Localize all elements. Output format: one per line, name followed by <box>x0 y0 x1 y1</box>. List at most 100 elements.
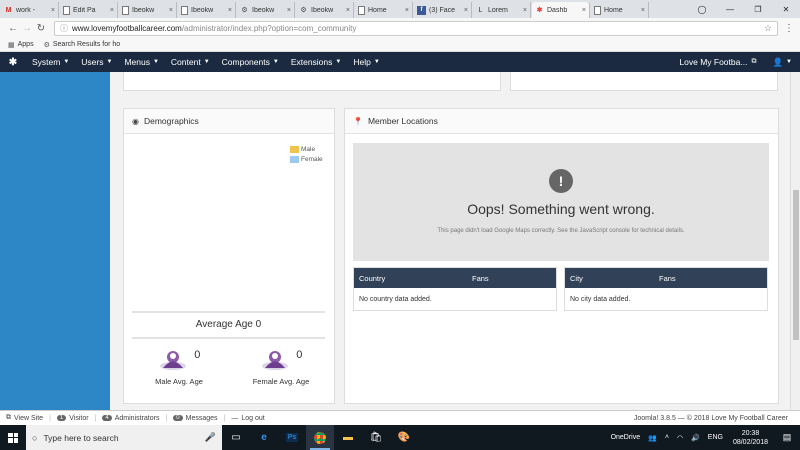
network-icon[interactable]: ◠ <box>677 434 683 442</box>
scrollbar-thumb[interactable] <box>793 190 799 340</box>
browser-tab[interactable]: Ibeokw × <box>119 2 177 18</box>
logout-link[interactable]: — Log out <box>231 415 264 422</box>
female-average-label: Female Avg. Age <box>252 377 310 386</box>
browser-tab[interactable]: Edit Pa × <box>60 2 118 18</box>
chrome-icon[interactable] <box>306 425 334 450</box>
bookmark-search-results[interactable]: ⚙ Search Results for ho <box>44 41 121 49</box>
volume-icon[interactable]: 🔊 <box>691 434 700 442</box>
paint-icon[interactable]: 🎨 <box>390 425 418 450</box>
close-tab-icon[interactable]: × <box>287 7 291 14</box>
maximize-button[interactable]: ❐ <box>744 5 772 14</box>
nav-components[interactable]: Components ▼ <box>216 57 285 67</box>
close-tab-icon[interactable]: × <box>110 7 114 14</box>
close-tab-icon[interactable]: × <box>51 7 55 14</box>
view-site-link[interactable]: ⧉ View Site <box>6 414 43 422</box>
close-tab-icon[interactable]: × <box>228 7 232 14</box>
column-header-fans: Fans <box>659 273 676 283</box>
browser-tab[interactable]: Home × <box>591 2 649 18</box>
external-link-icon: ⧉ <box>751 58 757 65</box>
map-error: ! Oops! Something went wrong. This page … <box>353 143 769 261</box>
nav-menus[interactable]: Menus ▼ <box>118 57 164 67</box>
female-user-icon <box>261 351 288 370</box>
close-window-button[interactable]: ✕ <box>772 5 800 14</box>
windows-logo-icon <box>8 432 18 443</box>
clock[interactable]: 20:38 08/02/2018 <box>733 429 768 447</box>
close-tab-icon[interactable]: × <box>582 7 586 14</box>
task-view-icon[interactable]: ▭ <box>222 425 250 450</box>
url-input[interactable]: ⓘ www.lovemyfootballcareer.com /administ… <box>54 20 778 36</box>
back-button[interactable]: ← <box>6 23 20 34</box>
info-icon[interactable]: ⓘ <box>60 23 68 34</box>
globe-icon: ◉ <box>132 116 139 126</box>
site-name-link[interactable]: Love My Footba... ⧉ <box>671 57 764 67</box>
browser-tab[interactable]: L Lorem × <box>473 2 531 18</box>
chevron-up-icon[interactable]: ˄ <box>665 434 669 441</box>
forward-button[interactable]: → <box>20 23 34 34</box>
address-bar-row: ← → ↻ ⓘ www.lovemyfootballcareer.com /ad… <box>0 18 800 38</box>
table-header: Country Fans <box>354 268 556 288</box>
table-empty-row: No city data added. <box>570 295 631 303</box>
browser-tab[interactable]: f (3) Face × <box>414 2 472 18</box>
user-menu[interactable]: 👤 ▼ <box>764 57 800 68</box>
separator: | <box>165 414 168 422</box>
joomla-logo-icon[interactable]: ✱ <box>0 57 26 68</box>
reload-button[interactable]: ↻ <box>34 23 48 34</box>
microphone-icon[interactable]: 🎤 <box>205 432 216 443</box>
start-button[interactable] <box>0 425 26 450</box>
administrators-link[interactable]: 4 Administrators <box>102 415 159 422</box>
document-icon <box>122 5 129 15</box>
browser-menu-icon[interactable]: ⋮ <box>784 23 794 34</box>
nav-content[interactable]: Content ▼ <box>165 57 216 67</box>
edge-icon[interactable]: e <box>250 425 278 450</box>
close-tab-icon[interactable]: × <box>169 7 173 14</box>
photoshop-icon[interactable]: Ps <box>278 425 306 450</box>
browser-tab[interactable]: Ibeokw × <box>178 2 236 18</box>
close-tab-icon[interactable]: × <box>405 7 409 14</box>
nav-users[interactable]: Users ▼ <box>75 57 118 67</box>
windows-taskbar: ○ Type here to search 🎤 ▭ e Ps ▬ 🛍 🎨 One… <box>0 425 800 450</box>
people-icon[interactable]: 👥 <box>648 434 657 442</box>
browser-tab[interactable]: Mwork - × <box>1 2 59 18</box>
store-icon[interactable]: 🛍 <box>362 425 390 450</box>
messages-label: Messages <box>185 414 218 422</box>
admin-label: Administrators <box>114 414 160 422</box>
nav-label: Extensions <box>290 57 333 67</box>
bookmark-star-icon[interactable]: ☆ <box>764 23 772 34</box>
close-tab-icon[interactable]: × <box>523 7 527 14</box>
bookmarks-bar: ▦ Apps ⚙ Search Results for ho <box>0 38 800 52</box>
legend-label: Male <box>301 146 316 153</box>
divider <box>132 337 325 339</box>
notifications-icon[interactable]: ▤ <box>778 432 796 443</box>
document-icon <box>63 5 70 15</box>
close-tab-icon[interactable]: × <box>346 7 350 14</box>
browser-tab[interactable]: ✱ Dashb × <box>532 2 590 18</box>
nav-label: Menus <box>124 57 150 67</box>
sidebar <box>0 72 110 410</box>
tab-label: Home <box>368 6 387 14</box>
close-tab-icon[interactable]: × <box>464 7 468 14</box>
chart-legend: Male Female <box>290 146 323 166</box>
page-scrollbar[interactable] <box>790 72 800 410</box>
tab-label: Ibeokw <box>252 6 275 14</box>
browser-tab[interactable]: Home × <box>355 2 413 18</box>
nav-system[interactable]: System ▼ <box>26 57 75 67</box>
lorem-icon: L <box>478 6 483 14</box>
logout-label: Log out <box>241 414 265 422</box>
browser-tab[interactable]: ⚙ Ibeokw × <box>237 2 295 18</box>
visitors-link[interactable]: 1 Visitor <box>56 415 89 422</box>
browser-tab[interactable]: ⚙ Ibeokw × <box>296 2 354 18</box>
profile-icon[interactable]: ◯ <box>688 5 716 14</box>
language-indicator[interactable]: ENG <box>708 434 723 441</box>
minimize-button[interactable]: — <box>716 5 744 14</box>
female-average-value: 0 <box>296 349 303 361</box>
file-explorer-icon[interactable]: ▬ <box>334 425 362 450</box>
close-tab-icon[interactable]: × <box>641 7 645 14</box>
bookmark-apps[interactable]: ▦ Apps <box>8 41 34 49</box>
nav-help[interactable]: Help ▼ <box>347 57 385 67</box>
taskbar-search[interactable]: ○ Type here to search 🎤 <box>26 425 222 450</box>
legend-item-female: Female <box>290 156 323 163</box>
admin-count-badge: 4 <box>102 415 112 421</box>
messages-link[interactable]: 0 Messages <box>173 414 218 422</box>
onedrive-label[interactable]: OneDrive <box>611 434 641 441</box>
nav-extensions[interactable]: Extensions ▼ <box>285 57 348 67</box>
